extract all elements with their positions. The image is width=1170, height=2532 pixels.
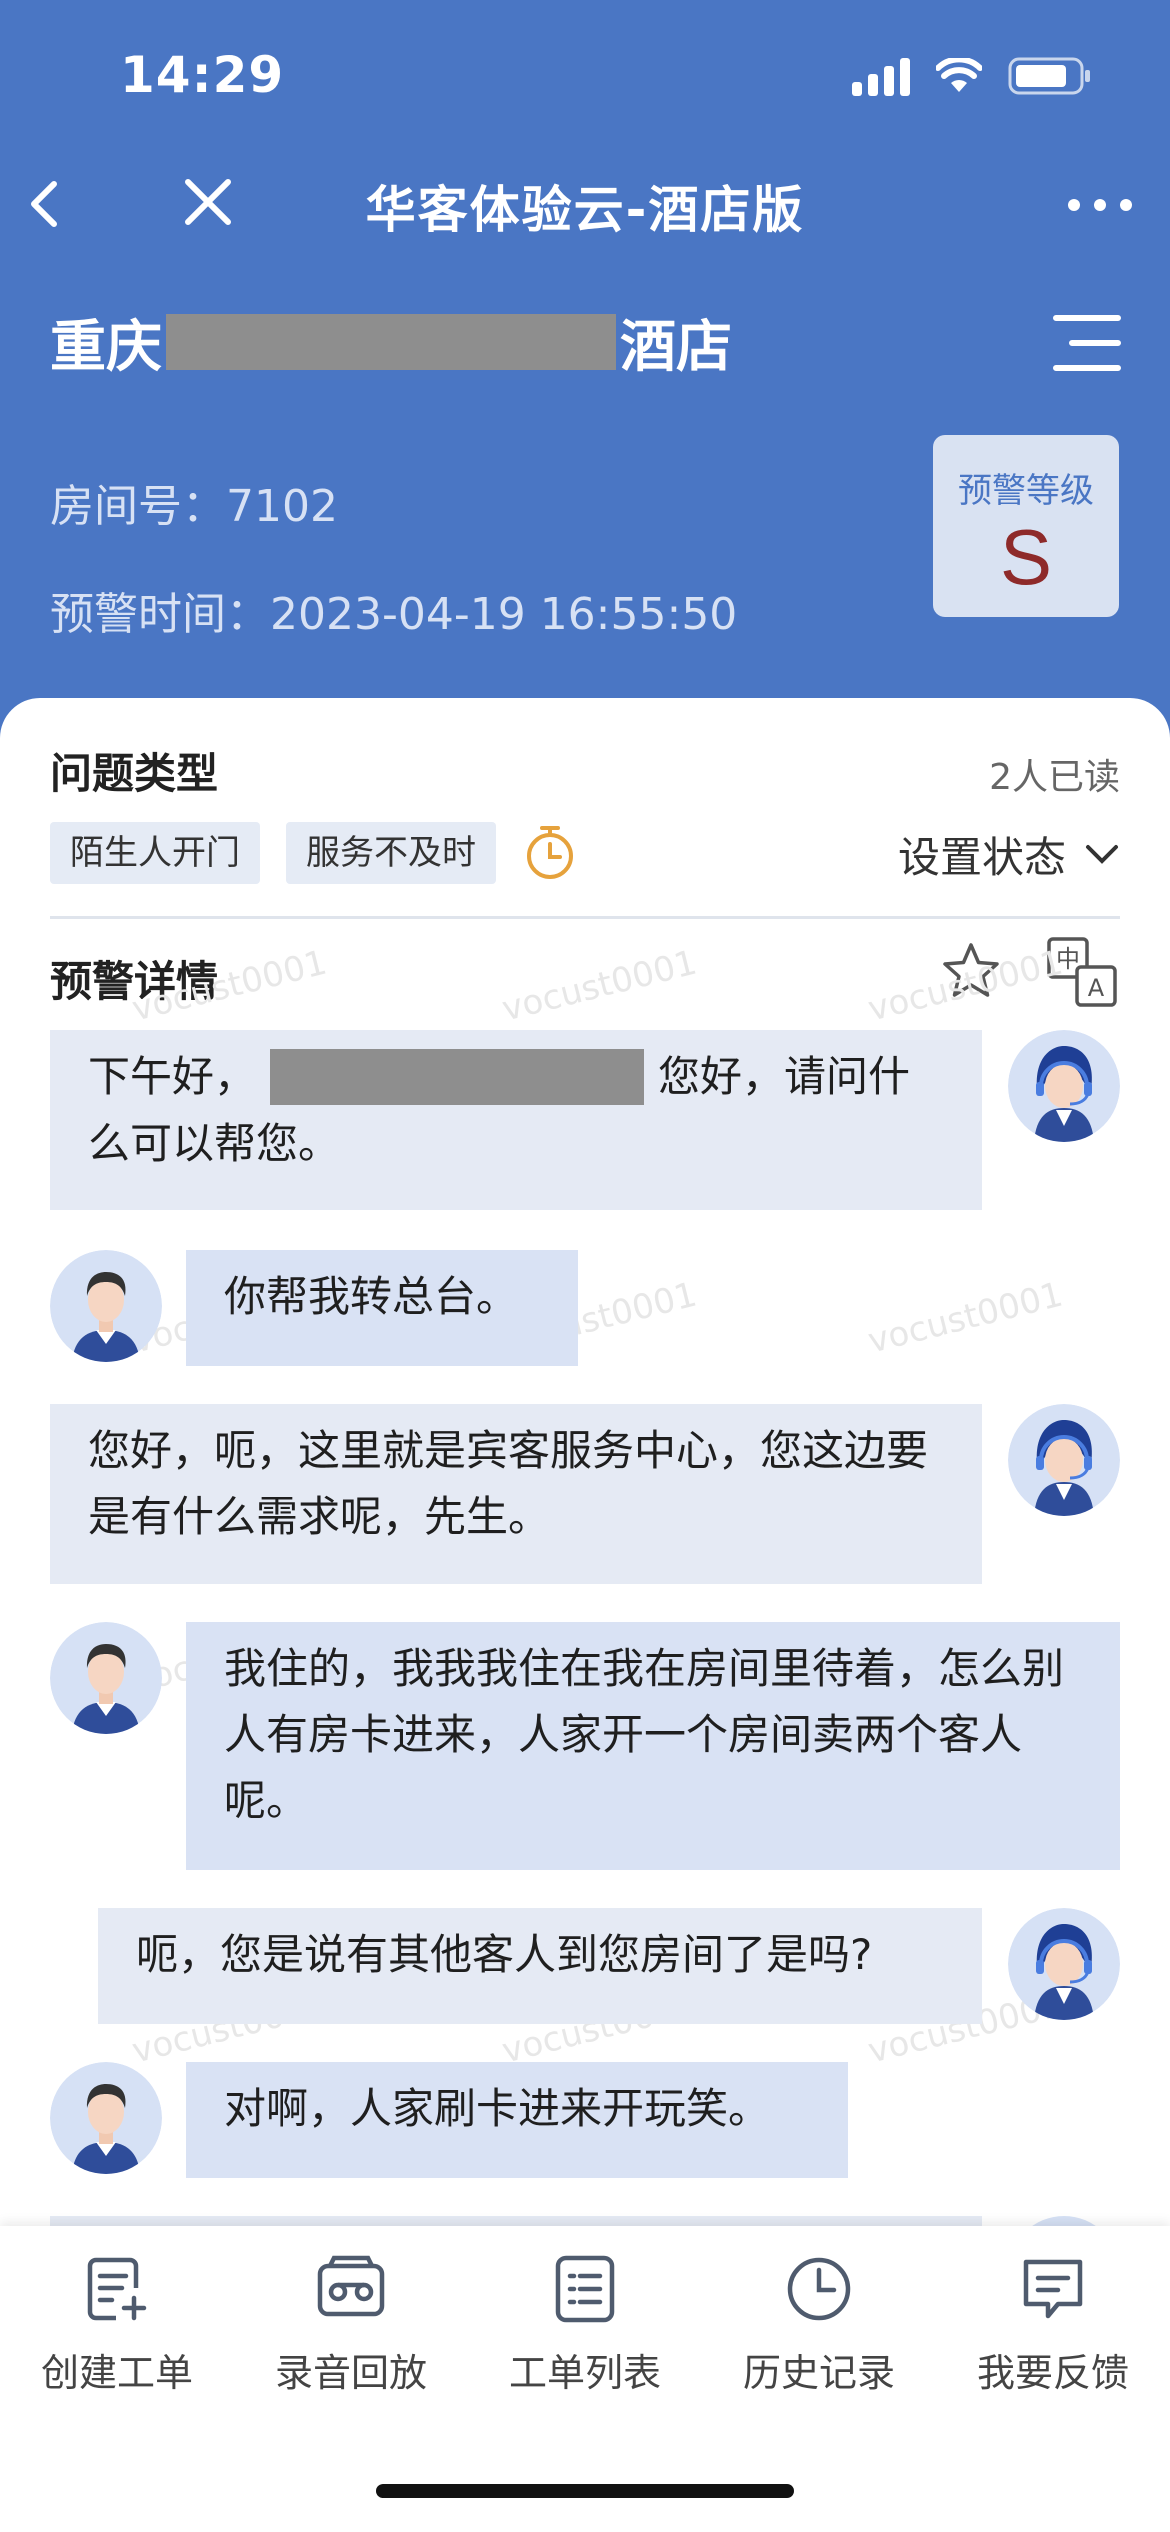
- hotel-name: 重庆 酒店: [50, 310, 732, 380]
- agent-avatar: [1008, 1404, 1120, 1516]
- hotel-name-prefix: 重庆: [50, 314, 162, 380]
- alert-time: 预警时间：2023-04-19 16:55:50: [50, 589, 738, 640]
- alert-details-title: 预警详情: [50, 957, 219, 1006]
- issue-tag: 陌生人开门: [50, 822, 260, 884]
- user-avatar: [50, 2062, 162, 2174]
- redacted-block: [166, 314, 616, 370]
- issue-tag: 服务不及时: [286, 822, 496, 884]
- message-text: 下午好，: [88, 1052, 257, 1101]
- status-bar: 14:29: [0, 0, 1170, 150]
- watermark: vocust0001: [864, 1274, 1067, 1362]
- timer-icon: [520, 822, 580, 882]
- nav-title: 华客体验云-酒店版: [365, 181, 805, 239]
- home-indicator: [376, 2484, 794, 2498]
- alert-level-value: S: [999, 513, 1053, 601]
- tab-label: 我要反馈: [976, 2351, 1129, 2395]
- tab-label: 工单列表: [508, 2351, 661, 2395]
- agent-message: 您好，呃，这里就是宾客服务中心，您这边要是有什么需求呢，先生。: [50, 1404, 982, 1584]
- alert-level-label: 预警等级: [958, 471, 1094, 511]
- signal-icon: [852, 56, 910, 96]
- create-ticket-icon: [87, 2257, 147, 2321]
- message-text: 对啊，人家刷卡进来开玩笑。: [224, 2084, 771, 2133]
- tab-recording-playback[interactable]: 录音回放: [234, 2254, 468, 2397]
- more-icon[interactable]: [1060, 180, 1140, 230]
- user-message: 你帮我转总台。: [186, 1250, 578, 1366]
- svg-text:A: A: [1088, 974, 1105, 1002]
- message-text: 你帮我转总台。: [224, 1272, 519, 1321]
- tab-label: 录音回放: [274, 2351, 427, 2395]
- read-count[interactable]: 2人已读: [989, 748, 1120, 800]
- user-message: 对啊，人家刷卡进来开玩笑。: [186, 2062, 848, 2178]
- hotel-name-suffix: 酒店: [620, 314, 732, 380]
- set-status-label: 设置状态: [897, 833, 1066, 882]
- menu-icon[interactable]: [1052, 312, 1122, 374]
- room-number: 房间号：7102: [50, 481, 338, 532]
- chevron-down-icon: [1086, 844, 1118, 864]
- status-icons: [852, 56, 1092, 96]
- redacted-block: [270, 1048, 645, 1105]
- clock-icon: [787, 2257, 851, 2321]
- tab-create-ticket[interactable]: 创建工单: [0, 2254, 234, 2397]
- battery-icon: [1008, 56, 1092, 96]
- agent-message: 呃，您是说有其他客人到您房间了是吗?: [98, 1908, 982, 2024]
- user-avatar: [50, 1250, 162, 1362]
- agent-avatar: [1008, 1908, 1120, 2020]
- message-text: 呃，您是说有其他客人到您房间了是吗?: [136, 1930, 873, 1979]
- user-message: 我住的，我我我住在我在房间里待着，怎么别人有房卡进来，人家开一个房间卖两个客人呢…: [186, 1622, 1120, 1870]
- recording-icon: [317, 2255, 385, 2317]
- alert-level-badge: 预警等级 S: [933, 435, 1119, 617]
- tab-label: 历史记录: [742, 2351, 895, 2395]
- agent-avatar: [1008, 1030, 1120, 1142]
- divider: [50, 916, 1120, 919]
- message-text: 我住的，我我我住在我在房间里待着，怎么别人有房卡进来，人家开一个房间卖两个客人呢…: [224, 1644, 1065, 1825]
- tab-ticket-list[interactable]: 工单列表: [468, 2254, 702, 2397]
- star-icon[interactable]: [940, 940, 1002, 1002]
- nav-bar: 华客体验云-酒店版: [0, 150, 1170, 260]
- tab-history[interactable]: 历史记录: [702, 2254, 936, 2397]
- translate-icon[interactable]: 中A: [1046, 936, 1118, 1008]
- message-text: 您好，呃，这里就是宾客服务中心，您这边要是有什么需求呢，先生。: [88, 1426, 929, 1541]
- watermark: vocust0001: [498, 942, 701, 1030]
- issue-type-title: 问题类型: [50, 749, 219, 798]
- detail-card: 问题类型 2人已读 陌生人开门 服务不及时 设置状态 预警详情 中A vocus…: [0, 698, 1170, 2298]
- tab-label: 创建工单: [40, 2351, 193, 2395]
- set-status-dropdown[interactable]: 设置状态: [898, 824, 1120, 885]
- tab-feedback[interactable]: 我要反馈: [936, 2254, 1170, 2397]
- status-time: 14:29: [120, 46, 285, 104]
- agent-message: 下午好， 您好，请问什么可以帮您。: [50, 1030, 982, 1210]
- user-avatar: [50, 1622, 162, 1734]
- list-icon: [555, 2255, 615, 2323]
- feedback-icon: [1023, 2259, 1083, 2319]
- wifi-icon: [936, 58, 982, 94]
